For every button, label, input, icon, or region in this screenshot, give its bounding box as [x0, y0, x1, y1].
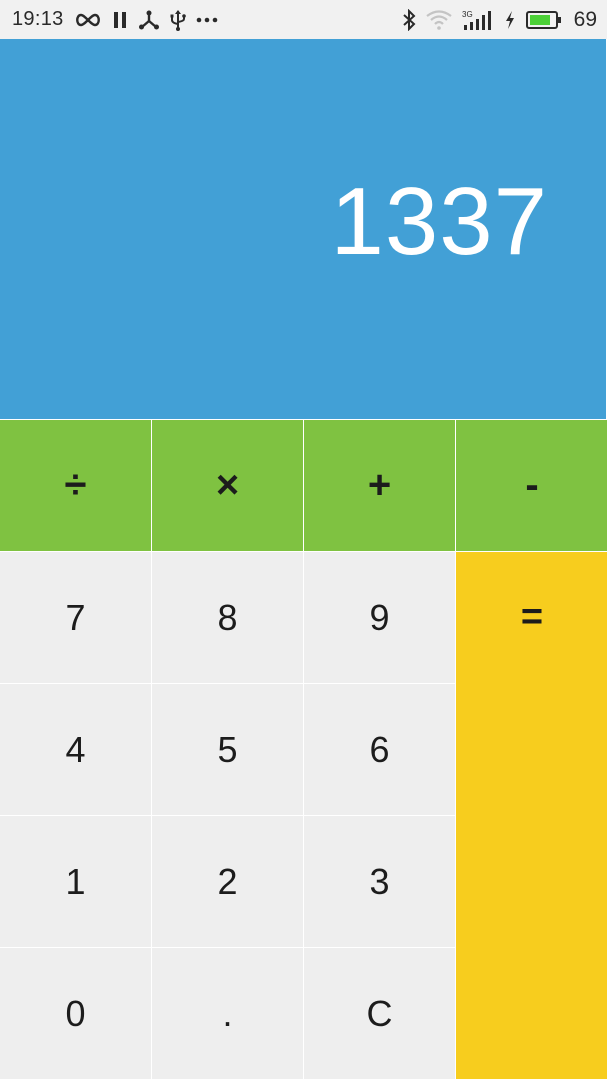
digit-2-button[interactable]: 2: [152, 816, 303, 947]
share-icon: [138, 10, 160, 30]
battery-percentage: 69: [573, 7, 597, 31]
more-icon: [196, 17, 218, 23]
bluetooth-icon: [402, 8, 416, 31]
signal-tag: 3G: [462, 10, 473, 19]
status-bar-right: 3G 69: [402, 8, 597, 32]
charging-icon: [504, 10, 516, 30]
multiply-button[interactable]: ×: [152, 420, 303, 551]
keypad: ÷ × + - 7 8 9 = 4 5 6 1 2 3 0 . C: [0, 419, 607, 1080]
clock: 19:13: [12, 8, 64, 30]
decimal-point-button[interactable]: .: [152, 948, 303, 1079]
digit-8-button[interactable]: 8: [152, 552, 303, 683]
status-bar-left: 19:13: [12, 8, 218, 31]
digit-0-button[interactable]: 0: [0, 948, 151, 1079]
subtract-button[interactable]: -: [456, 420, 607, 551]
digit-4-button[interactable]: 4: [0, 684, 151, 815]
digit-5-button[interactable]: 5: [152, 684, 303, 815]
add-button[interactable]: +: [304, 420, 455, 551]
digit-6-button[interactable]: 6: [304, 684, 455, 815]
pause-icon: [112, 11, 128, 29]
digit-3-button[interactable]: 3: [304, 816, 455, 947]
digit-9-button[interactable]: 9: [304, 552, 455, 683]
signal-3g-icon: 3G: [462, 9, 494, 31]
status-bar: 19:13 3G 69: [0, 0, 607, 39]
calculator-display: 1337: [0, 39, 607, 419]
equals-button[interactable]: =: [456, 552, 607, 1079]
clear-button[interactable]: C: [304, 948, 455, 1079]
infinity-icon: [74, 12, 102, 28]
divide-button[interactable]: ÷: [0, 420, 151, 551]
battery-icon: [525, 10, 562, 30]
wifi-icon: [425, 9, 452, 30]
digit-7-button[interactable]: 7: [0, 552, 151, 683]
usb-icon: [170, 9, 186, 31]
display-value: 1337: [330, 168, 548, 275]
digit-1-button[interactable]: 1: [0, 816, 151, 947]
